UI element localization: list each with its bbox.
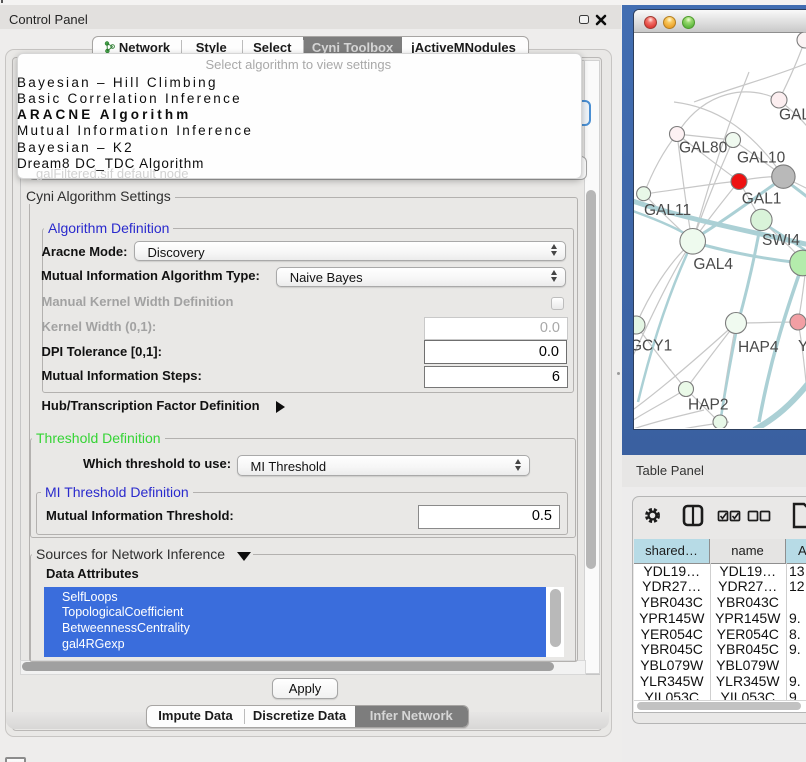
svg-text:GAL1: GAL1 bbox=[741, 190, 781, 207]
svg-text:HAP4: HAP4 bbox=[738, 339, 779, 356]
svg-text:GCY1: GCY1 bbox=[634, 338, 672, 355]
svg-text:YM: YM bbox=[798, 338, 806, 355]
svg-text:GAL11: GAL11 bbox=[644, 202, 691, 219]
svg-text:SWI4: SWI4 bbox=[762, 232, 800, 249]
svg-text:GAL80: GAL80 bbox=[679, 140, 728, 157]
svg-text:GAL4: GAL4 bbox=[693, 256, 733, 273]
svg-text:GAL8: GAL8 bbox=[779, 107, 806, 124]
svg-text:GAL10: GAL10 bbox=[737, 150, 786, 167]
svg-text:HAP2: HAP2 bbox=[688, 397, 729, 414]
